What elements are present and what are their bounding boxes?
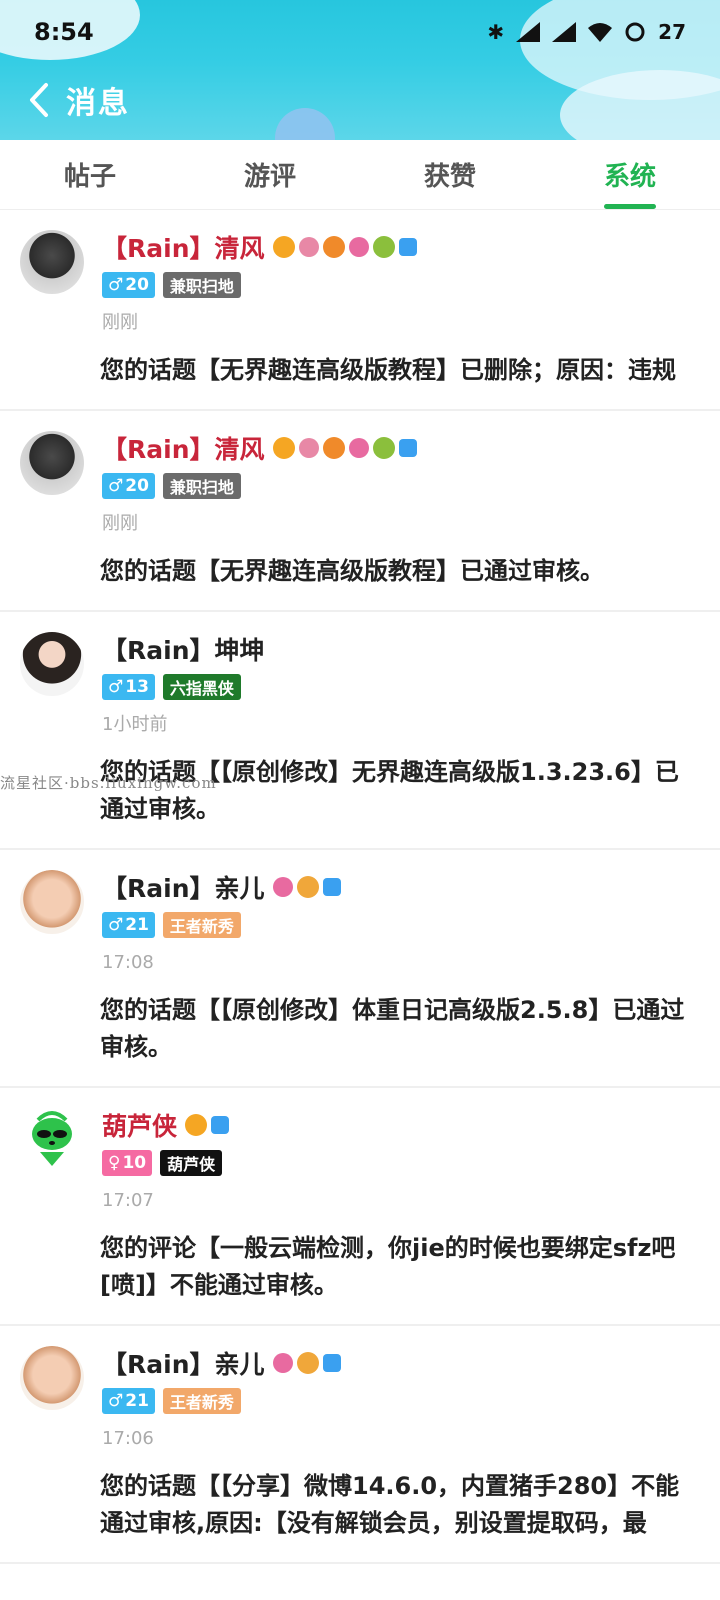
user-level: 10	[122, 1153, 147, 1173]
crest-medal-icon	[372, 437, 395, 459]
message-text: 您的话题【【分享】微博14.6.0，内置猪手280】不能通过审核,原因:【没有解…	[100, 1472, 680, 1537]
video-icon	[322, 878, 341, 896]
gender-icon: ♀	[108, 1153, 121, 1173]
verified-icon	[272, 437, 295, 459]
signal-icon	[516, 22, 541, 42]
avatar[interactable]	[20, 1108, 84, 1172]
user-level: 21	[125, 915, 149, 935]
lotus-medal-icon	[348, 438, 369, 458]
lotus-medal-icon	[272, 1353, 293, 1373]
user-name[interactable]: 葫芦侠	[102, 1107, 177, 1143]
wifi-icon	[588, 23, 613, 42]
verified-icon	[272, 236, 295, 258]
level-medal-icon	[298, 237, 319, 257]
flame-medal-icon	[322, 236, 345, 258]
status-time: 8:54	[34, 18, 94, 46]
message-item[interactable]: 【Rain】亲儿 ♂ 21 王者新秀 17:06 您的话题【【分享】微博14.6.0，内置…	[0, 1326, 720, 1564]
battery-icon	[625, 22, 645, 42]
gender-icon: ♂	[108, 915, 124, 935]
lotus-medal-icon	[348, 237, 369, 257]
message-text: 您的话题【无界趣连高级版教程】已删除；原因：违规	[100, 356, 676, 384]
header-banner: 8:54 ✱ 27 消息	[0, 0, 720, 140]
video-icon	[211, 1116, 230, 1134]
timestamp: 17:06	[102, 1428, 154, 1449]
message-text: 您的评论【一般云端检测，你jie的时候也要绑定sfz吧[喷]】不能通过审核。	[100, 1234, 676, 1299]
message-item[interactable]: 【Rain】亲儿 ♂ 21 王者新秀 17:08 您的话题【【原创修改】体重日记高级版2.…	[0, 850, 720, 1088]
user-level: 21	[125, 1391, 149, 1411]
verified-icon	[185, 1114, 208, 1136]
user-name[interactable]: 【Rain】亲儿	[102, 869, 265, 905]
message-item[interactable]: 葫芦侠 ♀ 10 葫芦侠 17:07 您的评论【一般云端检测，你jie的时候也要绑定sfz…	[0, 1088, 720, 1326]
user-level: 20	[125, 476, 149, 496]
user-title-tag: 王者新秀	[162, 1388, 241, 1414]
avatar[interactable]	[20, 870, 84, 934]
user-level: 13	[125, 677, 149, 697]
crest-medal-icon	[296, 1352, 319, 1374]
gender-icon: ♂	[108, 677, 124, 697]
user-name[interactable]: 【Rain】清风	[102, 229, 265, 265]
gender-level-badge: ♀ 10	[102, 1150, 153, 1176]
battery-level: 27	[658, 20, 686, 44]
video-icon	[322, 1354, 341, 1372]
page-title: 消息	[66, 86, 130, 121]
gender-level-badge: ♂ 13	[102, 674, 155, 700]
tab-bar: 帖子 游评 获赞 系统	[0, 140, 720, 210]
crest-medal-icon	[372, 236, 395, 258]
avatar[interactable]	[20, 1346, 84, 1410]
avatar[interactable]	[20, 632, 84, 696]
message-item[interactable]: 【Rain】坤坤 ♂ 13 六指黑侠 1小时前 您的话题【【原创修改】无界趣连高级版1.3…	[0, 612, 720, 850]
flame-medal-icon	[322, 437, 345, 459]
user-name[interactable]: 【Rain】坤坤	[102, 631, 265, 667]
avatar[interactable]	[20, 431, 84, 495]
level-medal-icon	[298, 438, 319, 458]
signal-icon-2	[552, 22, 577, 42]
video-icon	[398, 439, 417, 457]
tab-posts[interactable]: 帖子	[0, 140, 180, 209]
bluetooth-icon: ✱	[487, 20, 505, 44]
lotus-medal-icon	[272, 877, 293, 897]
gender-icon: ♂	[108, 476, 124, 496]
gender-level-badge: ♂ 21	[102, 1388, 155, 1414]
user-title-tag: 王者新秀	[162, 912, 241, 938]
timestamp: 1小时前	[102, 714, 168, 735]
message-text: 您的话题【【原创修改】体重日记高级版2.5.8】已通过审核。	[100, 996, 685, 1061]
user-title-tag: 葫芦侠	[160, 1150, 223, 1176]
timestamp: 刚刚	[102, 312, 138, 333]
video-icon	[398, 238, 417, 256]
gender-level-badge: ♂ 21	[102, 912, 155, 938]
tab-likes[interactable]: 获赞	[360, 140, 540, 209]
gender-level-badge: ♂ 20	[102, 272, 155, 298]
tab-game-reviews[interactable]: 游评	[180, 140, 360, 209]
back-icon[interactable]	[22, 80, 56, 120]
message-list: 【Rain】清风 ♂ 20 兼职扫地 刚刚 您的话题【无界趣连高级版教程】已删除；原因：违…	[0, 210, 720, 1564]
timestamp: 刚刚	[102, 513, 138, 534]
watermark: 流星社区·bbs.liuxingw.com	[0, 774, 217, 792]
user-level: 20	[125, 275, 149, 295]
user-name[interactable]: 【Rain】亲儿	[102, 1345, 265, 1381]
user-name[interactable]: 【Rain】清风	[102, 430, 265, 466]
user-title-tag: 兼职扫地	[162, 272, 241, 298]
avatar[interactable]	[20, 230, 84, 294]
nav-bar: 消息	[0, 72, 720, 128]
message-item[interactable]: 【Rain】清风 ♂ 20 兼职扫地刚刚您的话题【无界趣连高级版教程】已删除；原因：违…	[0, 210, 720, 411]
user-title-tag: 兼职扫地	[162, 473, 241, 499]
timestamp: 17:07	[102, 1190, 154, 1211]
gender-icon: ♂	[108, 1391, 124, 1411]
status-bar: 8:54 ✱ 27	[0, 0, 720, 64]
tab-system[interactable]: 系统	[540, 140, 720, 209]
timestamp: 17:08	[102, 952, 154, 973]
message-text: 您的话题【无界趣连高级版教程】已通过审核。	[100, 557, 604, 585]
gender-level-badge: ♂ 20	[102, 473, 155, 499]
message-item[interactable]: 【Rain】清风 ♂ 20 兼职扫地刚刚您的话题【无界趣连高级版教程】已通过审核。	[0, 411, 720, 612]
crest-medal-icon	[296, 876, 319, 898]
user-title-tag: 六指黑侠	[162, 674, 241, 700]
gender-icon: ♂	[108, 275, 124, 295]
